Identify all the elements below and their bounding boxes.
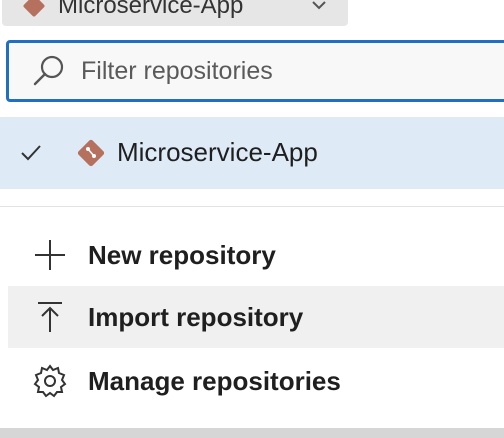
filter-field <box>6 40 504 102</box>
checkmark-icon <box>21 145 41 161</box>
git-repo-icon <box>23 0 45 17</box>
new-repository-label: New repository <box>88 240 276 270</box>
plus-icon <box>35 240 65 270</box>
repository-item-microservice-app[interactable]: Microservice-App <box>0 117 504 189</box>
repo-selector-button[interactable]: Microservice-App <box>2 0 348 26</box>
repo-selector-label: Microservice-App <box>58 0 244 19</box>
search-icon <box>33 55 64 86</box>
gear-icon <box>33 364 67 398</box>
git-repo-icon <box>77 139 105 167</box>
repository-name: Microservice-App <box>117 137 318 167</box>
filter-repositories-input[interactable] <box>81 56 461 86</box>
new-repository-button[interactable]: New repository <box>8 224 504 286</box>
divider <box>0 206 504 207</box>
import-repository-label: Import repository <box>88 302 304 332</box>
manage-repositories-label: Manage repositories <box>88 366 341 396</box>
chevron-down-icon <box>312 1 326 10</box>
upload-icon <box>38 302 62 332</box>
bottom-edge <box>0 428 504 438</box>
manage-repositories-button[interactable]: Manage repositories <box>8 350 504 412</box>
import-repository-button[interactable]: Import repository <box>8 286 504 348</box>
